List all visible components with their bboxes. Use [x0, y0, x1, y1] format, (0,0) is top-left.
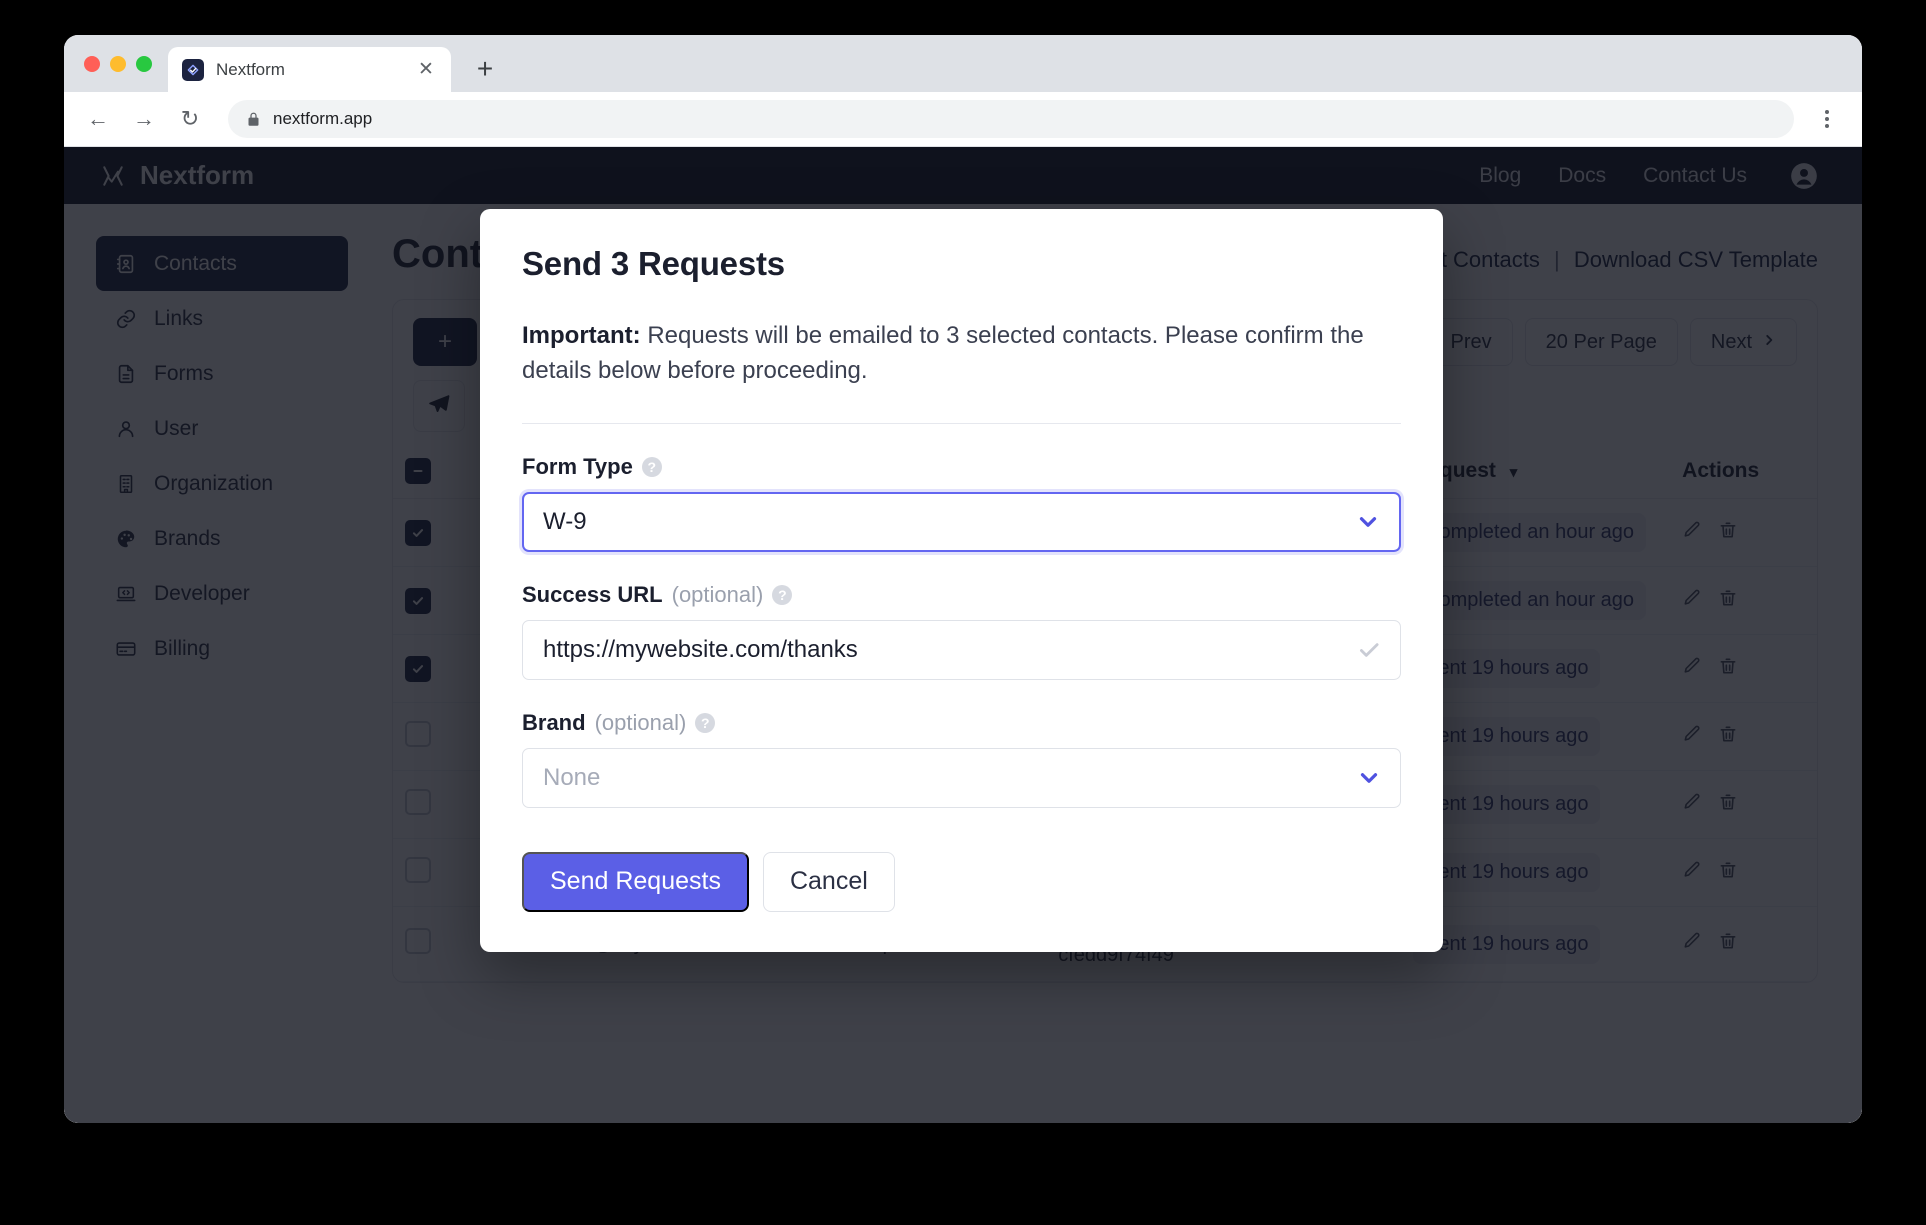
close-window-button[interactable]: [84, 56, 100, 72]
browser-tab-strip: Nextform ✕ +: [64, 35, 1862, 92]
success-url-field: Success URL (optional) ? https://mywebsi…: [522, 582, 1401, 680]
lock-icon: [246, 111, 261, 128]
brand-label: Brand (optional) ?: [522, 710, 1401, 736]
help-circle-icon[interactable]: ?: [642, 457, 662, 477]
window-traffic-lights: [78, 35, 168, 92]
modal-note-text: Requests will be emailed to 3 selected c…: [522, 322, 1364, 384]
modal-divider: [522, 423, 1401, 424]
modal-actions: Send Requests Cancel: [522, 852, 1401, 912]
success-url-input[interactable]: https://mywebsite.com/thanks: [522, 620, 1401, 680]
back-arrow-icon[interactable]: ←: [78, 99, 118, 139]
brand-label-text: Brand: [522, 710, 586, 736]
form-type-value: W-9: [543, 508, 587, 536]
modal-title: Send 3 Requests: [522, 245, 1401, 283]
desktop-backdrop: Nextform ✕ + ← → ↻ nextform.app: [0, 0, 1926, 1225]
help-circle-icon[interactable]: ?: [772, 585, 792, 605]
maximize-window-button[interactable]: [136, 56, 152, 72]
modal-note: Important: Requests will be emailed to 3…: [522, 319, 1401, 389]
brand-field: Brand (optional) ? None: [522, 710, 1401, 808]
modal-overlay[interactable]: Send 3 Requests Important: Requests will…: [64, 147, 1862, 1123]
nextform-favicon: [182, 59, 204, 81]
browser-tab-title: Nextform: [216, 60, 403, 80]
address-bar-url: nextform.app: [273, 109, 372, 129]
browser-window: Nextform ✕ + ← → ↻ nextform.app: [64, 35, 1862, 1123]
check-icon: [1356, 637, 1382, 663]
modal-note-emphasis: Important:: [522, 322, 641, 349]
kebab-menu-icon[interactable]: [1810, 100, 1844, 138]
success-url-value: https://mywebsite.com/thanks: [543, 636, 858, 664]
help-circle-icon[interactable]: ?: [695, 713, 715, 733]
brand-optional-tag: (optional): [595, 710, 687, 736]
browser-tab[interactable]: Nextform ✕: [168, 47, 451, 92]
form-type-label-text: Form Type: [522, 454, 633, 480]
form-type-field: Form Type ? W-9: [522, 454, 1401, 552]
send-requests-modal: Send 3 Requests Important: Requests will…: [480, 209, 1443, 952]
brand-select[interactable]: None: [522, 748, 1401, 808]
minimize-window-button[interactable]: [110, 56, 126, 72]
chevron-down-icon: [1356, 765, 1382, 791]
success-url-label: Success URL (optional) ?: [522, 582, 1401, 608]
page-viewport: Nextform Blog Docs Contact Us: [64, 147, 1862, 1123]
chevron-down-icon: [1355, 509, 1381, 535]
browser-url-bar: ← → ↻ nextform.app: [64, 92, 1862, 147]
new-tab-button[interactable]: +: [465, 49, 505, 89]
success-url-label-text: Success URL: [522, 582, 663, 608]
close-icon[interactable]: ✕: [415, 59, 437, 81]
cancel-button[interactable]: Cancel: [763, 852, 895, 912]
send-requests-button[interactable]: Send Requests: [522, 852, 749, 912]
reload-icon[interactable]: ↻: [170, 99, 210, 139]
forward-arrow-icon[interactable]: →: [124, 99, 164, 139]
form-type-select[interactable]: W-9: [522, 492, 1401, 552]
success-url-optional-tag: (optional): [672, 582, 764, 608]
omnibox[interactable]: nextform.app: [228, 100, 1794, 138]
brand-placeholder: None: [543, 764, 600, 792]
form-type-label: Form Type ?: [522, 454, 1401, 480]
